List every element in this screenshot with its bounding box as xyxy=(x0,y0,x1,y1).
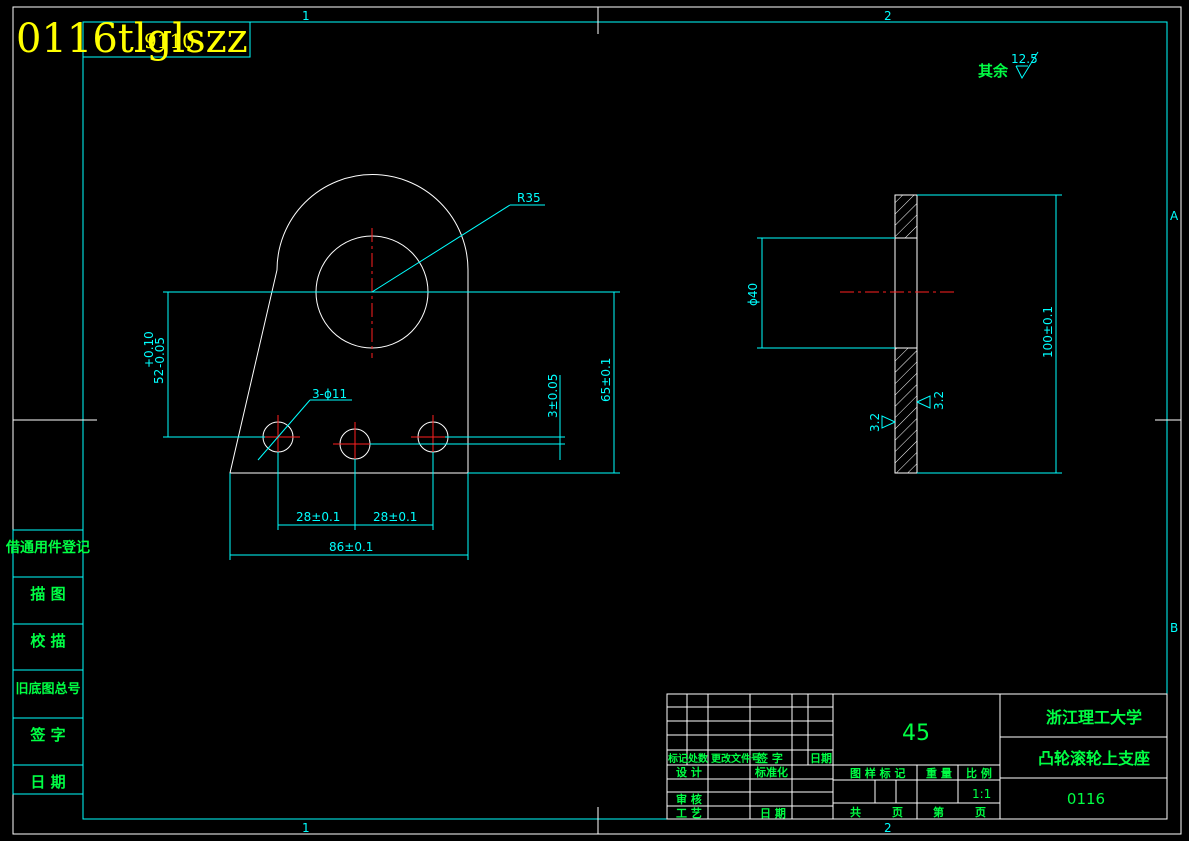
cad-drawing: 1 2 1 2 A B 9110 0116tlglszz 其余 12.5 R35… xyxy=(5,6,1182,835)
tb-process: 工 艺 xyxy=(676,806,702,820)
dim-28-left: 28±0.1 xyxy=(296,510,340,524)
side-flange-lower xyxy=(894,347,918,474)
dim-100: 100±0.1 xyxy=(1041,306,1055,358)
side-table-cell-1: 描 图 xyxy=(30,585,65,603)
side-table-cell-2: 校 描 xyxy=(30,632,65,650)
tb-page: 页 xyxy=(892,806,903,819)
side-table: 借通用件登记 描 图 校 描 旧底图总号 签 字 日 期 xyxy=(5,529,90,795)
tb-total: 共 xyxy=(850,805,861,819)
side-table-cell-3: 旧底图总号 xyxy=(15,681,80,697)
dim-52-tol-lower: -0.05 xyxy=(153,337,167,368)
tb-page-no: 第 xyxy=(933,805,944,819)
tb-stage-mark: 图 样 标 记 xyxy=(850,766,906,780)
tb-date2: 日 期 xyxy=(760,806,786,820)
tb-review: 审 核 xyxy=(676,792,702,806)
tb-page2: 页 xyxy=(975,806,986,819)
roughness-rest-label: 其余 xyxy=(978,62,1009,80)
tb-part-name: 凸轮滚轮上支座 xyxy=(1038,749,1150,768)
tb-design: 设 计 xyxy=(676,765,702,779)
tb-change-doc: 更改文件号 xyxy=(711,752,761,765)
dim-52: 52 xyxy=(152,369,166,384)
side-table-cell-0: 借通用件登记 xyxy=(5,539,90,556)
dim-holes: 3-ϕ11 xyxy=(312,387,347,401)
tb-date: 日期 xyxy=(810,751,832,765)
inner-frame xyxy=(82,21,1168,820)
zone-label-top-1: 1 xyxy=(302,9,310,23)
tb-sign: 签 字 xyxy=(756,751,783,765)
side-table-cell-4: 签 字 xyxy=(29,726,65,744)
roughness-right-symbol xyxy=(916,395,931,409)
tb-count: 处数 xyxy=(687,752,709,765)
side-flange-upper xyxy=(894,194,918,239)
tb-ratio: 比 例 xyxy=(966,766,992,780)
dim-86: 86±0.1 xyxy=(329,540,373,554)
outer-border xyxy=(12,6,1182,835)
tb-mark: 标记 xyxy=(667,752,688,765)
zone-label-bottom-1: 1 xyxy=(302,821,310,835)
tb-weight: 重 量 xyxy=(926,766,952,780)
tb-drawing-no: 0116 xyxy=(1067,790,1105,808)
dim-r35: R35 xyxy=(517,191,541,205)
roughness-left-symbol xyxy=(881,415,896,429)
zone-label-b: B xyxy=(1170,621,1178,635)
tb-material: 45 xyxy=(902,721,930,746)
dim-65: 65±0.1 xyxy=(599,358,613,402)
watermark-text: 0116tlglszz xyxy=(16,16,248,62)
r35-leader xyxy=(371,204,511,293)
dim-3: 3±0.05 xyxy=(546,374,560,418)
roughness-left: 3.2 xyxy=(868,413,882,432)
zone-label-bottom-2: 2 xyxy=(884,821,892,835)
title-block: 标记 处数 更改文件号 签 字 日期 设 计 标准化 审 核 工 艺 日 期 4… xyxy=(666,693,1168,820)
tb-scale: 1:1 xyxy=(972,787,991,801)
side-table-cell-5: 日 期 xyxy=(30,773,65,791)
dim-28-right: 28±0.1 xyxy=(373,510,417,524)
roughness-rest-value: 12.5 xyxy=(1011,52,1038,66)
zone-label-a: A xyxy=(1170,209,1179,223)
tb-standard: 标准化 xyxy=(754,765,788,779)
dim-dia40: ϕ40 xyxy=(746,283,760,306)
zone-label-top-2: 2 xyxy=(884,9,892,23)
tb-school: 浙江理工大学 xyxy=(1046,708,1142,727)
roughness-right: 3.2 xyxy=(932,391,946,410)
